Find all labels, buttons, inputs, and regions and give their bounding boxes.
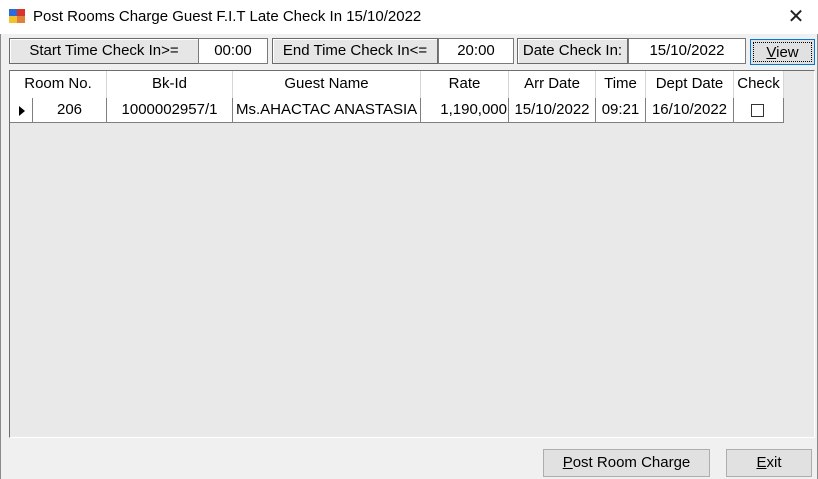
column-header-guest-name[interactable]: Guest Name [233, 71, 421, 98]
cell-bk-id[interactable]: 1000002957/1 [107, 98, 233, 123]
column-header-arr-date[interactable]: Arr Date [509, 71, 596, 98]
start-time-field[interactable]: 00:00 [198, 38, 268, 64]
cell-guest-name[interactable]: Ms.AHACTAC ANASTASIA [233, 98, 421, 123]
date-check-in-label: Date Check In: [517, 38, 628, 64]
view-button[interactable]: View [750, 39, 815, 65]
data-grid[interactable]: Room No. Bk-Id Guest Name Rate Arr Date … [9, 70, 815, 438]
column-header-check[interactable]: Check [734, 71, 784, 98]
cell-rate[interactable]: 1,190,000 [421, 98, 509, 123]
window-frame-left [0, 34, 1, 479]
cell-time[interactable]: 09:21 [596, 98, 646, 123]
exit-label: xit [766, 454, 782, 471]
view-accel: V [766, 44, 777, 61]
current-row-arrow-icon [19, 106, 25, 116]
app-window-icon [9, 9, 25, 23]
post-accel: P [562, 454, 573, 471]
row-selector-indicator[interactable] [10, 98, 33, 123]
post-label: ost Room Charge [572, 454, 691, 471]
cell-room-no[interactable]: 206 [33, 98, 107, 123]
close-icon[interactable]: ✕ [774, 0, 818, 34]
cell-check[interactable] [734, 98, 784, 123]
cell-arr-date[interactable]: 15/10/2022 [509, 98, 596, 123]
column-header-rate[interactable]: Rate [421, 71, 509, 98]
column-header-bk-id[interactable]: Bk-Id [107, 71, 233, 98]
date-check-in-field[interactable]: 15/10/2022 [628, 38, 746, 64]
column-header-time[interactable]: Time [596, 71, 646, 98]
column-header-room-no[interactable]: Room No. [10, 71, 107, 98]
column-header-dept-date[interactable]: Dept Date [646, 71, 734, 98]
view-label: iew [776, 44, 799, 61]
exit-button[interactable]: Exit [726, 449, 812, 477]
start-time-label: Start Time Check In>= [9, 38, 199, 64]
end-time-field[interactable]: 20:00 [438, 38, 514, 64]
post-room-charge-button[interactable]: Post Room Charge [543, 449, 710, 477]
exit-accel: E [756, 454, 767, 471]
cell-dept-date[interactable]: 16/10/2022 [646, 98, 734, 123]
end-time-label: End Time Check In<= [272, 38, 438, 64]
window-title: Post Rooms Charge Guest F.I.T Late Check… [33, 8, 422, 25]
row-check-checkbox[interactable] [751, 104, 764, 117]
